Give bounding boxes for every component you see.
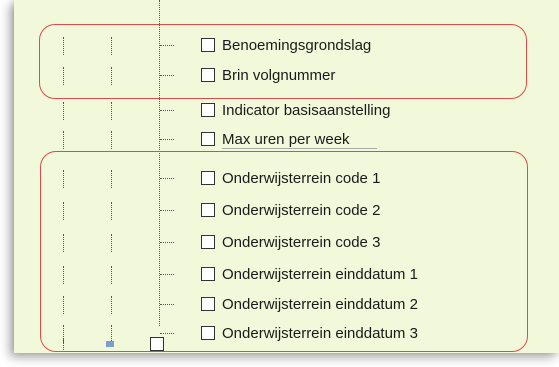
- tree-branch-connector: [160, 242, 174, 244]
- tree-guide-line: [111, 266, 113, 284]
- tree-guide-line: [63, 234, 65, 252]
- tree-guide-line: [63, 102, 65, 120]
- tree-branch-connector: [160, 274, 174, 276]
- field-label: Brin volgnummer: [222, 67, 336, 84]
- tree-guide-line: [63, 67, 65, 85]
- tree-guide-line: [63, 131, 65, 149]
- checkbox-brin-volgnummer[interactable]: [201, 68, 215, 82]
- tree-guide-line: [63, 202, 65, 220]
- tree-branch-connector: [160, 210, 174, 212]
- tree-guide-line: [63, 296, 65, 314]
- field-label: Benoemingsgrondslag: [222, 37, 372, 54]
- field-label: Onderwijsterrein einddatum 2: [222, 296, 418, 313]
- tree-row[interactable]: Onderwijsterrein einddatum 1: [14, 263, 559, 287]
- tree-branch-connector: [160, 110, 174, 112]
- checkbox-benoemingsgrondslag[interactable]: [201, 38, 215, 52]
- field-label: Onderwijsterrein code 1: [222, 170, 381, 187]
- field-label: Indicator basisaanstelling: [222, 102, 391, 119]
- tree-guide-line: [111, 202, 113, 220]
- checkbox-onderwijsterrein-code-3[interactable]: [201, 235, 215, 249]
- checkbox-onderwijsterrein-code-2[interactable]: [201, 203, 215, 217]
- tree-guide-line: [111, 102, 113, 120]
- tree-guide-line: [111, 234, 113, 252]
- tree-branch-connector: [160, 45, 174, 47]
- tree-guide-line: [111, 131, 113, 149]
- tree-guide-line: [111, 67, 113, 85]
- tree-branch-connector: [160, 75, 174, 77]
- strike-line: [222, 148, 377, 149]
- screenshot-stage: Benoemingsgrondslag Brin volgnummer Indi…: [0, 0, 559, 367]
- tree-row-partial: [14, 335, 559, 353]
- tree-row[interactable]: Indicator basisaanstelling: [14, 99, 559, 123]
- field-label: Onderwijsterrein code 3: [222, 234, 381, 251]
- tree-row[interactable]: Onderwijsterrein code 1: [14, 167, 559, 191]
- tree-panel: Benoemingsgrondslag Brin volgnummer Indi…: [14, 0, 559, 353]
- field-label: Max uren per week: [222, 131, 350, 148]
- expand-icon[interactable]: [106, 341, 114, 347]
- tree-row[interactable]: Onderwijsterrein code 2: [14, 199, 559, 223]
- checkbox-indicator-basisaanstelling[interactable]: [201, 103, 215, 117]
- tree-row[interactable]: Brin volgnummer: [14, 64, 559, 88]
- field-label: Onderwijsterrein einddatum 1: [222, 266, 418, 283]
- tree-branch-connector: [160, 178, 174, 180]
- tree-guide-line: [111, 170, 113, 188]
- tree-row[interactable]: Onderwijsterrein einddatum 2: [14, 293, 559, 317]
- tree-guide-line: [111, 37, 113, 55]
- tree-row[interactable]: Benoemingsgrondslag: [14, 34, 559, 58]
- tree-guide-line: [63, 37, 65, 55]
- tree-row[interactable]: Max uren per week: [14, 128, 559, 152]
- field-tree: Benoemingsgrondslag Brin volgnummer Indi…: [14, 0, 559, 353]
- tree-row[interactable]: Onderwijsterrein code 3: [14, 231, 559, 255]
- checkbox-onderwijsterrein-einddatum-1[interactable]: [201, 267, 215, 281]
- tree-guide-line: [63, 266, 65, 284]
- checkbox-onderwijsterrein-code-1[interactable]: [201, 171, 215, 185]
- tree-guide-line: [111, 296, 113, 314]
- tree-branch-connector: [160, 304, 174, 306]
- tree-guide-line: [63, 338, 65, 353]
- tree-guide-line: [63, 170, 65, 188]
- checkbox-partial[interactable]: [150, 337, 164, 351]
- checkbox-onderwijsterrein-einddatum-2[interactable]: [201, 297, 215, 311]
- tree-branch-connector: [160, 139, 174, 141]
- field-label: Onderwijsterrein code 2: [222, 202, 381, 219]
- checkbox-max-uren-per-week[interactable]: [201, 132, 215, 146]
